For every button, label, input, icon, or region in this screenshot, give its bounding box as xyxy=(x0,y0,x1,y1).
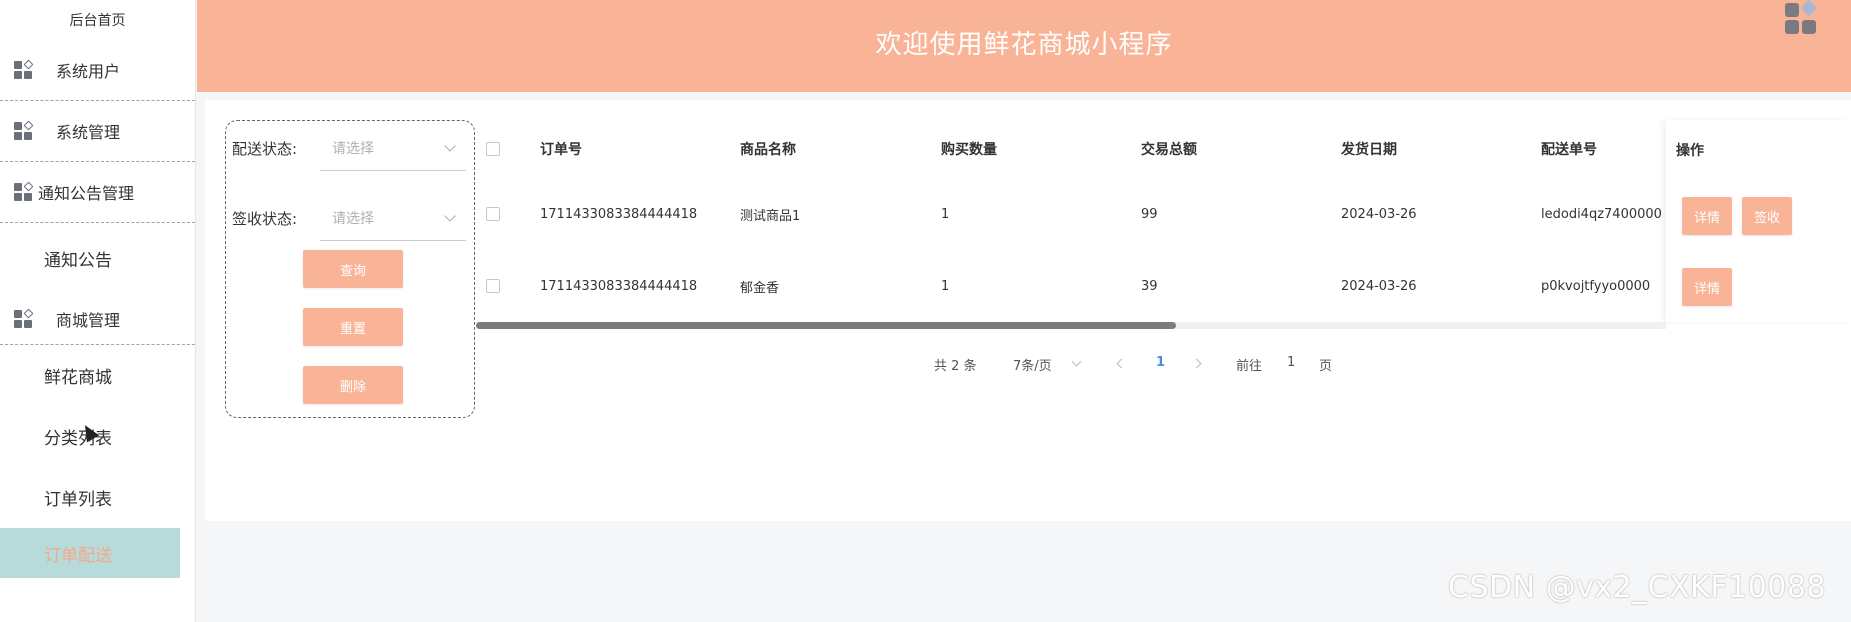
ship-date-cell: 2024-03-26 xyxy=(1341,206,1417,222)
product-cell: 测试商品1 xyxy=(740,208,801,224)
sidebar-item-label: 订单配送 xyxy=(44,545,112,566)
qty-cell: 1 xyxy=(941,278,950,294)
top-header: 欢迎使用鲜花商城小程序 xyxy=(197,0,1851,92)
page-suffix: 页 xyxy=(1319,359,1333,374)
sidebar-item-label: 后台首页 xyxy=(69,13,126,29)
horizontal-scrollbar[interactable] xyxy=(476,322,1176,329)
sign-receipt-button[interactable]: 签收 xyxy=(1742,197,1793,235)
sidebar-item-label: 通知公告 xyxy=(44,250,112,271)
sidebar-item-notice[interactable]: 通知公告 xyxy=(0,223,195,293)
chevron-down-icon xyxy=(444,209,456,222)
grid-apps-icon[interactable] xyxy=(1785,0,1821,36)
delivery-no-cell: p0kvojtfyyo0000 xyxy=(1541,278,1651,294)
delivery-status-row: 配送状态: 请选择 xyxy=(232,125,466,171)
total-cell: 39 xyxy=(1141,278,1158,294)
sidebar-group-label: 系统用户 xyxy=(56,62,121,81)
receipt-status-row: 签收状态: 请选择 xyxy=(232,195,466,241)
sidebar: 后台首页 系统用户 系统管理 通知公告管理 通知公告 商城管理 鲜花商城 分类列… xyxy=(0,0,196,622)
sidebar-group-notice-management[interactable]: 通知公告管理 xyxy=(0,162,195,223)
reset-button[interactable]: 重置 xyxy=(303,308,403,346)
product-cell: 郁金香 xyxy=(740,280,780,296)
sidebar-group-label: 系统管理 xyxy=(56,123,121,142)
receipt-status-label: 签收状态: xyxy=(232,209,298,228)
page-size-select[interactable]: 7条/页 xyxy=(1013,355,1052,374)
prev-page-icon[interactable] xyxy=(1116,358,1127,369)
table-header-row: 订单号 商品名称 购买数量 交易总额 发货日期 配送单号 xyxy=(476,120,1666,178)
page-title: 欢迎使用鲜花商城小程序 xyxy=(875,30,1173,60)
row-checkbox[interactable] xyxy=(486,279,500,293)
table-row: 1711433083384444418 郁金香 1 39 2024-03-26 … xyxy=(476,250,1666,322)
grid-apps-icon xyxy=(14,181,34,201)
page-number-current[interactable]: 1 xyxy=(1156,355,1165,370)
details-button[interactable]: 详情 xyxy=(1682,197,1733,235)
delivery-status-label: 配送状态: xyxy=(232,139,298,158)
table-row: 1711433083384444418 测试商品1 1 99 2024-03-2… xyxy=(476,178,1666,250)
column-header: 订单号 xyxy=(540,142,582,158)
select-placeholder: 请选择 xyxy=(332,210,374,227)
chevron-down-icon xyxy=(444,139,456,152)
delivery-status-select[interactable]: 请选择 xyxy=(320,125,466,171)
sidebar-item-order-list[interactable]: 订单列表 xyxy=(0,467,195,528)
column-header: 操作 xyxy=(1676,143,1704,159)
details-button[interactable]: 详情 xyxy=(1682,268,1733,306)
order-no-cell: 1711433083384444418 xyxy=(540,206,698,222)
grid-apps-icon xyxy=(14,120,34,140)
sidebar-group-mall-management[interactable]: 商城管理 xyxy=(0,293,195,345)
sidebar-item-order-delivery[interactable]: 订单配送 xyxy=(0,528,180,578)
column-header: 配送单号 xyxy=(1541,142,1597,158)
pagination: 共 2 条 7条/页 1 前往 1 页 xyxy=(0,352,1851,376)
grid-apps-icon xyxy=(14,59,34,79)
qty-cell: 1 xyxy=(941,206,950,222)
goto-label: 前往 xyxy=(1236,359,1263,374)
sidebar-item-category-list[interactable]: 分类列表 xyxy=(0,406,195,467)
next-page-icon[interactable] xyxy=(1191,358,1202,369)
goto-page-input[interactable]: 1 xyxy=(1287,355,1295,370)
select-placeholder: 请选择 xyxy=(332,140,374,157)
select-all-checkbox[interactable] xyxy=(486,142,500,156)
ship-date-cell: 2024-03-26 xyxy=(1341,278,1417,294)
total-count: 共 2 条 xyxy=(934,359,977,374)
sidebar-group-label: 通知公告管理 xyxy=(38,184,135,203)
column-header: 购买数量 xyxy=(941,142,997,158)
receipt-status-select[interactable]: 请选择 xyxy=(320,195,466,241)
row-checkbox[interactable] xyxy=(486,207,500,221)
operations-column: 操作 详情 签收 详情 xyxy=(1666,120,1851,322)
sidebar-group-system-users[interactable]: 系统用户 xyxy=(0,40,195,101)
order-no-cell: 1711433083384444418 xyxy=(540,278,698,294)
total-cell: 99 xyxy=(1141,206,1158,222)
column-header: 发货日期 xyxy=(1341,142,1397,158)
sidebar-group-system-management[interactable]: 系统管理 xyxy=(0,101,195,162)
sidebar-group-label: 商城管理 xyxy=(56,310,121,330)
sidebar-item-home[interactable]: 后台首页 xyxy=(0,0,195,40)
sidebar-item-label: 订单列表 xyxy=(44,490,112,510)
watermark: CSDN @vx2_CXKF10088 xyxy=(1448,570,1827,605)
query-button[interactable]: 查询 xyxy=(303,250,403,288)
column-header: 交易总额 xyxy=(1141,142,1197,158)
chevron-down-icon xyxy=(1071,356,1082,367)
grid-apps-icon xyxy=(14,308,34,328)
column-header: 商品名称 xyxy=(740,142,796,158)
delivery-no-cell: ledodi4qz7400000 xyxy=(1541,206,1662,222)
